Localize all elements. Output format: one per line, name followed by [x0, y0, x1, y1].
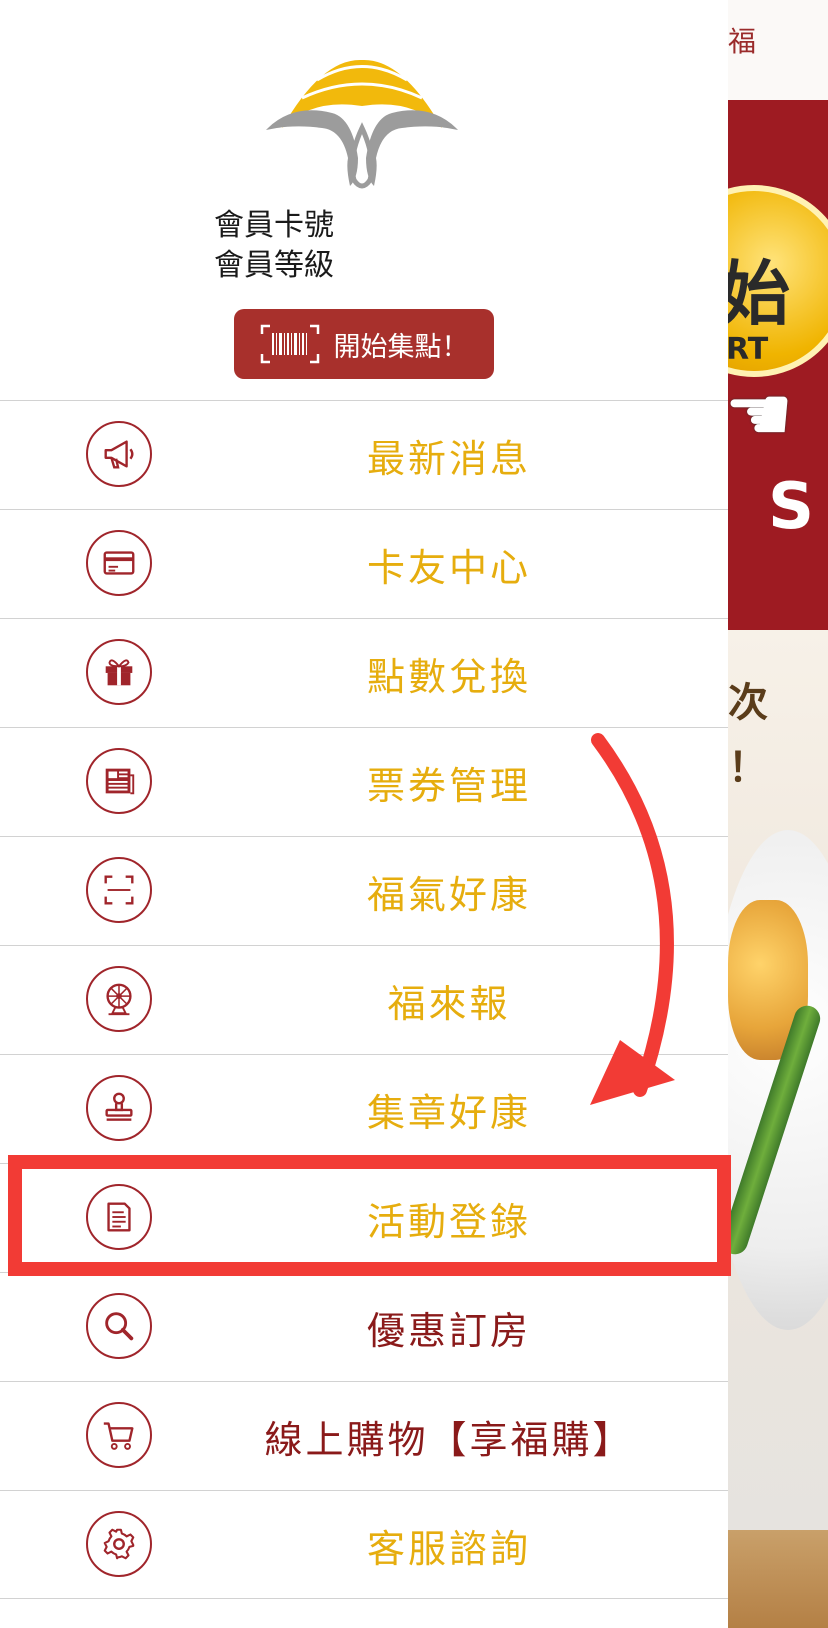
newspaper-icon [86, 748, 152, 814]
menu-item-label: 活動登錄 [366, 1200, 531, 1244]
background-text-char: 次 [728, 680, 768, 726]
menu-item-label: 點數兌換 [366, 655, 531, 699]
menu-item-stamp-deals[interactable]: 集章好康 [0, 1054, 728, 1163]
pointer-hand-icon: ☚ [728, 370, 794, 460]
gear-icon [86, 1511, 152, 1577]
menu-item-label: 福來報 [387, 982, 511, 1026]
background-s-glyph: S [768, 470, 815, 544]
member-level-label: 會員等級 [214, 248, 334, 283]
scan-icon [86, 857, 152, 923]
menu-item-label: 票券管理 [366, 764, 531, 808]
megaphone-icon [86, 421, 152, 487]
background-bottom-band [728, 1530, 828, 1628]
start-button-label: 開始集點！ [333, 331, 469, 363]
menu-item-label: 客服諮詢 [366, 1527, 531, 1571]
background-page[interactable]: 福 始 RT ☚ S 次 ！ [728, 0, 828, 1628]
menu-item-label: 卡友中心 [366, 546, 531, 590]
menu-item-points-redeem[interactable]: 點數兌換 [0, 618, 728, 727]
receipt-icon [86, 1184, 152, 1250]
brand-logo [266, 59, 458, 189]
cart-icon [86, 1402, 152, 1468]
background-header-char: 福 [728, 25, 757, 58]
barcode-scan-icon [260, 324, 319, 364]
start-collect-points-button[interactable]: 開始集點！ [234, 309, 494, 379]
wheel-icon [86, 966, 152, 1032]
menu-item-online-shopping[interactable]: 線上購物【享福購】 [0, 1381, 728, 1490]
search-icon [86, 1293, 152, 1359]
side-drawer: 會員卡號 會員等級 開始集點！ 最新消息 卡友中心 點數兌換 票券管理 福氣好康… [0, 0, 731, 1628]
menu-item-label: 福氣好康 [366, 873, 531, 917]
member-info: 會員卡號 會員等級 [214, 206, 334, 286]
menu-item-label: 集章好康 [366, 1091, 531, 1135]
menu-item-room-booking[interactable]: 優惠訂房 [0, 1272, 728, 1381]
member-card-number-label: 會員卡號 [214, 208, 334, 243]
stamp-icon [86, 1075, 152, 1141]
menu-item-fortune-wheel[interactable]: 福來報 [0, 945, 728, 1054]
menu-item-label: 最新消息 [366, 437, 531, 481]
menu-item-event-registration[interactable]: 活動登錄 [0, 1163, 728, 1272]
menu-item-latest-news[interactable]: 最新消息 [0, 400, 728, 509]
menu-item-blessing-deals[interactable]: 福氣好康 [0, 836, 728, 945]
side-menu: 最新消息 卡友中心 點數兌換 票券管理 福氣好康 福來報 集章好康 活動登錄 優… [0, 400, 728, 1599]
menu-item-label: 優惠訂房 [366, 1309, 531, 1353]
background-banner-char: 始 [728, 253, 790, 335]
gift-icon [86, 639, 152, 705]
background-banner-text: RT [728, 332, 769, 367]
menu-item-ticket-management[interactable]: 票券管理 [0, 727, 728, 836]
menu-item-label: 線上購物【享福購】 [264, 1418, 634, 1462]
background-text-char: ！ [728, 745, 768, 791]
menu-item-customer-service[interactable]: 客服諮詢 [0, 1490, 728, 1599]
menu-item-card-center[interactable]: 卡友中心 [0, 509, 728, 618]
card-icon [86, 530, 152, 596]
